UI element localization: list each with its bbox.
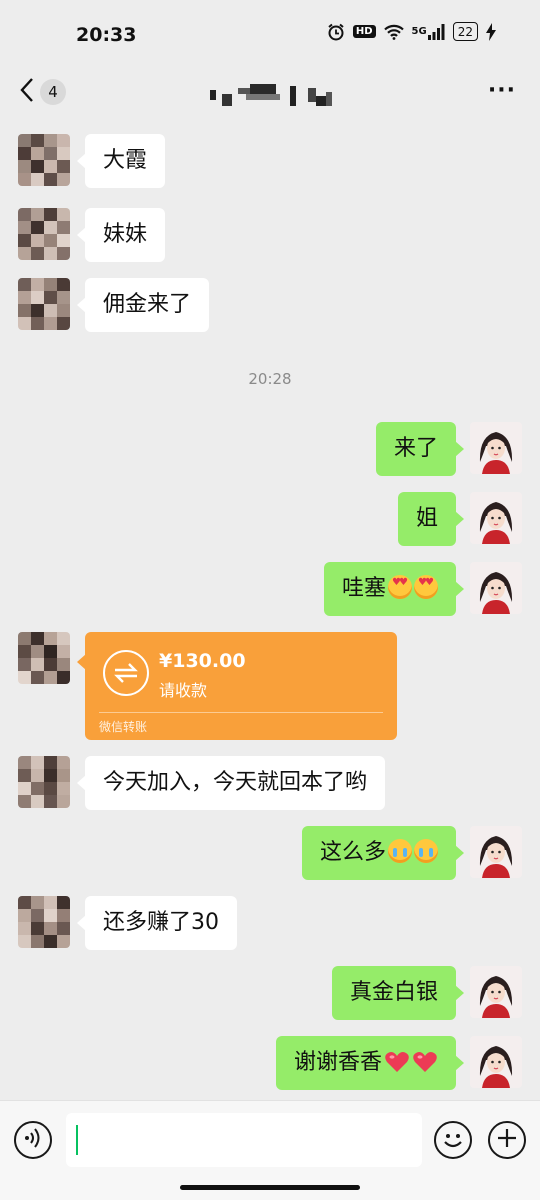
message-text: 谢谢香香 [293,1050,382,1075]
contact-avatar[interactable] [18,134,70,186]
text-caret [76,1125,78,1155]
message-bubble[interactable]: 这么多 [301,826,465,880]
more-options-button[interactable]: ··· [488,78,516,103]
user-avatar[interactable] [470,562,522,614]
user-avatar[interactable] [470,422,522,474]
message-bubble[interactable]: 姐 [397,492,465,546]
user-avatar[interactable] [470,966,522,1018]
chat-message-list[interactable]: 大霞 妹妹 佣金来了 20:28 来了 姐 哇塞♥ ♥♥ ♥ ¥130.00 请… [0,112,540,1102]
message-text: 哇塞 [341,576,386,601]
transfer-card[interactable]: ¥130.00 请收款 微信转账 [77,632,397,740]
home-indicator[interactable] [180,1185,360,1190]
hd-icon: HD [352,25,376,38]
message-bubble[interactable]: 真金白银 [331,966,465,1020]
message-text: 这么多 [319,840,386,865]
chevron-left-icon [20,77,34,107]
alarm-icon [327,23,345,41]
charging-icon [486,22,496,41]
signal-5g-icon: 5G [411,23,445,40]
contact-avatar[interactable] [18,896,70,948]
crying-emoji [414,839,438,863]
contact-avatar[interactable] [18,208,70,260]
chat-timestamp: 20:28 [248,370,292,388]
more-functions-button[interactable] [488,1121,526,1159]
voice-input-button[interactable] [14,1121,52,1159]
message-bubble[interactable]: 来了 [375,422,465,476]
user-avatar[interactable] [470,492,522,544]
battery-icon: 22 [452,22,478,41]
message-bubble[interactable]: 妹妹 [76,208,166,262]
transfer-amount: ¥130.00 [159,650,246,672]
red-heart-emoji [412,1050,438,1074]
message-bubble[interactable]: 还多赚了30 [77,896,237,950]
wifi-icon [383,24,404,40]
network-label: 5G [411,26,427,37]
emoji-button[interactable] [434,1121,472,1159]
status-time: 20:33 [76,24,137,46]
contact-avatar[interactable] [18,632,70,684]
heart-eyes-emoji [388,575,412,599]
unread-count-badge: 4 [40,79,66,105]
user-avatar[interactable] [470,826,522,878]
transfer-note: 请收款 [159,681,208,700]
transfer-icon [103,650,149,696]
message-bubble[interactable]: 大霞 [76,134,166,188]
crying-emoji [388,839,412,863]
message-input[interactable] [66,1113,422,1167]
contact-avatar[interactable] [18,756,70,808]
plus-icon [496,1125,518,1155]
chat-header: 4 ··· [0,70,540,112]
transfer-footer: 微信转账 [99,720,148,734]
red-heart-emoji [384,1050,410,1074]
contact-avatar[interactable] [18,278,70,330]
back-button[interactable]: 4 [20,76,72,108]
message-bubble[interactable]: 今天加入，今天就回本了哟 [76,756,386,810]
smiley-icon [436,1134,470,1161]
message-bubble[interactable]: 哇塞 [323,562,465,616]
chat-title-pixelated [210,84,334,108]
status-icons: HD 5G 22 [327,22,496,41]
voice-icon [23,1127,43,1153]
transfer-divider [99,712,383,713]
heart-eyes-emoji [414,575,438,599]
message-bubble[interactable]: 谢谢香香 [275,1036,465,1090]
user-avatar[interactable] [470,1036,522,1088]
status-bar: 20:33 HD 5G 22 [0,0,540,70]
message-bubble[interactable]: 佣金来了 [76,278,210,332]
